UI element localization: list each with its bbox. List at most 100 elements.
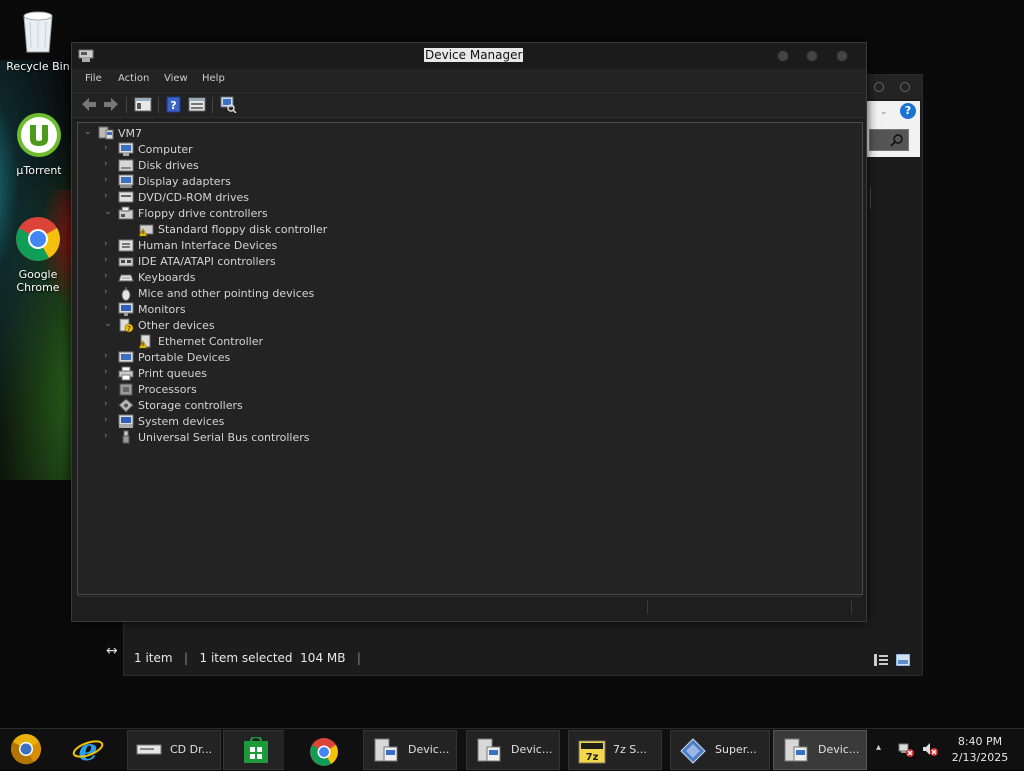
device-manager-icon (372, 737, 400, 769)
taskbar: e CD Dr... Devic... Devic... 7z 7z S... … (0, 728, 1024, 770)
toolbar-separator (212, 97, 213, 113)
chrome-icon (309, 737, 339, 771)
expand-icon[interactable]: › (104, 287, 114, 297)
computer-root-icon (98, 126, 114, 141)
expand-icon[interactable]: › (104, 255, 114, 265)
minimize-button[interactable] (777, 50, 789, 62)
recycle-bin-icon (0, 8, 76, 57)
node-label: Keyboards (138, 271, 196, 284)
node-label: Universal Serial Bus controllers (138, 431, 310, 444)
menu-bar: File Action View Help (72, 69, 866, 91)
desktop-icon-utorrent[interactable]: µTorrent (1, 112, 77, 177)
maximize-button[interactable] (806, 50, 818, 62)
expand-icon[interactable]: › (104, 351, 114, 361)
show-hidden-tray-icon[interactable]: ▴ (876, 742, 881, 753)
expand-icon[interactable]: › (104, 383, 114, 393)
details-view-icon[interactable] (874, 651, 888, 666)
system-device-icon (118, 414, 134, 429)
properties-icon[interactable] (134, 96, 152, 113)
taskbar-button-7zip[interactable]: 7z 7z S... (568, 730, 662, 770)
device-manager-status-bar (77, 596, 861, 617)
monitor-icon (118, 302, 134, 317)
7zip-icon: 7z (577, 737, 607, 771)
scan-hardware-icon[interactable] (219, 96, 237, 114)
desktop-icon-google-chrome[interactable]: Google Chrome (0, 216, 76, 294)
show-hidden-icon[interactable] (188, 96, 206, 113)
taskbar-button-device-manager-1[interactable]: Devic... (363, 730, 457, 770)
expand-icon[interactable]: › (104, 175, 114, 185)
dvd-drive-icon (118, 190, 134, 205)
utorrent-icon (1, 112, 77, 161)
expand-icon[interactable]: › (104, 303, 114, 313)
taskbar-button-chrome[interactable] (284, 730, 368, 770)
expand-icon[interactable]: › (104, 143, 114, 153)
large-icons-view-icon[interactable] (895, 651, 911, 667)
menu-view[interactable]: View (164, 73, 188, 84)
volume-muted-icon[interactable] (922, 741, 938, 761)
device-tree[interactable]: ⌄ VM7 › Computer › Disk drives › Display… (77, 122, 863, 595)
back-icon[interactable] (80, 96, 98, 113)
node-label: Portable Devices (138, 351, 231, 364)
status-item-count: 1 item (134, 651, 173, 665)
tray-time: 8:40 PM (957, 735, 1003, 748)
network-disconnected-icon[interactable] (898, 741, 914, 761)
device-manager-icon (475, 737, 503, 769)
processor-icon (118, 382, 134, 397)
desktop-icon-label: µTorrent (16, 164, 62, 177)
expand-icon[interactable]: › (104, 431, 114, 441)
node-label: Monitors (138, 303, 186, 316)
collapse-icon[interactable]: ⌄ (84, 127, 94, 137)
taskbar-button-device-manager-active[interactable]: Devic... (773, 730, 867, 770)
titlebar[interactable]: Device Manager (72, 43, 866, 69)
expand-icon[interactable]: › (104, 191, 114, 201)
close-icon[interactable] (900, 82, 910, 92)
expand-icon[interactable]: › (104, 399, 114, 409)
expand-icon[interactable]: › (104, 159, 114, 169)
expand-icon[interactable]: › (104, 367, 114, 377)
node-label: Display adapters (138, 175, 231, 188)
collapse-icon[interactable]: ⌄ (104, 207, 114, 217)
display-adapter-icon (118, 174, 134, 189)
expand-icon[interactable]: › (104, 415, 114, 425)
disk-drive-icon (118, 158, 134, 173)
toolbar-separator (158, 97, 159, 113)
menu-action[interactable]: Action (118, 73, 149, 84)
search-box[interactable] (869, 129, 909, 151)
warning-device-icon (138, 334, 154, 349)
mouse-icon (118, 286, 134, 301)
node-label: Human Interface Devices (138, 239, 278, 252)
internet-explorer-icon[interactable]: e (72, 733, 104, 769)
child-label: Standard floppy disk controller (158, 223, 328, 236)
forward-icon[interactable] (102, 96, 120, 113)
help-icon[interactable]: ? (900, 103, 916, 119)
status-divider (647, 600, 648, 614)
taskbar-button-cd-drive[interactable]: CD Dr... (127, 730, 221, 770)
background-window-titlebar (864, 75, 922, 99)
node-label: System devices (138, 415, 225, 428)
help-icon[interactable]: ? (165, 96, 183, 113)
chrome-canary-icon[interactable] (10, 733, 42, 769)
chevron-down-icon[interactable]: ⌄ (880, 107, 888, 117)
keyboard-icon (118, 270, 134, 285)
desktop-icon-recycle-bin[interactable]: Recycle Bin (0, 8, 76, 73)
device-manager-icon (782, 737, 810, 769)
tree-root-label: VM7 (118, 127, 143, 140)
taskbar-button-device-manager-2[interactable]: Devic... (466, 730, 560, 770)
menu-help[interactable]: Help (202, 73, 225, 84)
tray-clock[interactable]: 8:40 PM 2/13/2025 (948, 734, 1012, 766)
taskbar-button-superantispyware[interactable]: Super... (670, 730, 770, 770)
node-label: Floppy drive controllers (138, 207, 268, 220)
minimize-icon[interactable] (874, 82, 884, 92)
device-manager-window[interactable]: Device Manager File Action View Help ? ⌄… (71, 42, 867, 622)
storage-controller-icon (118, 398, 134, 413)
device-manager-icon (78, 48, 94, 68)
collapse-icon[interactable]: ⌄ (104, 319, 114, 329)
close-button[interactable] (836, 50, 848, 62)
resize-arrow-icon[interactable]: ↔ (106, 643, 118, 659)
taskbar-button-label: Devic... (818, 743, 860, 756)
usb-icon (118, 430, 134, 445)
floppy-controller-icon (118, 206, 134, 221)
expand-icon[interactable]: › (104, 239, 114, 249)
menu-file[interactable]: File (85, 73, 102, 84)
expand-icon[interactable]: › (104, 271, 114, 281)
